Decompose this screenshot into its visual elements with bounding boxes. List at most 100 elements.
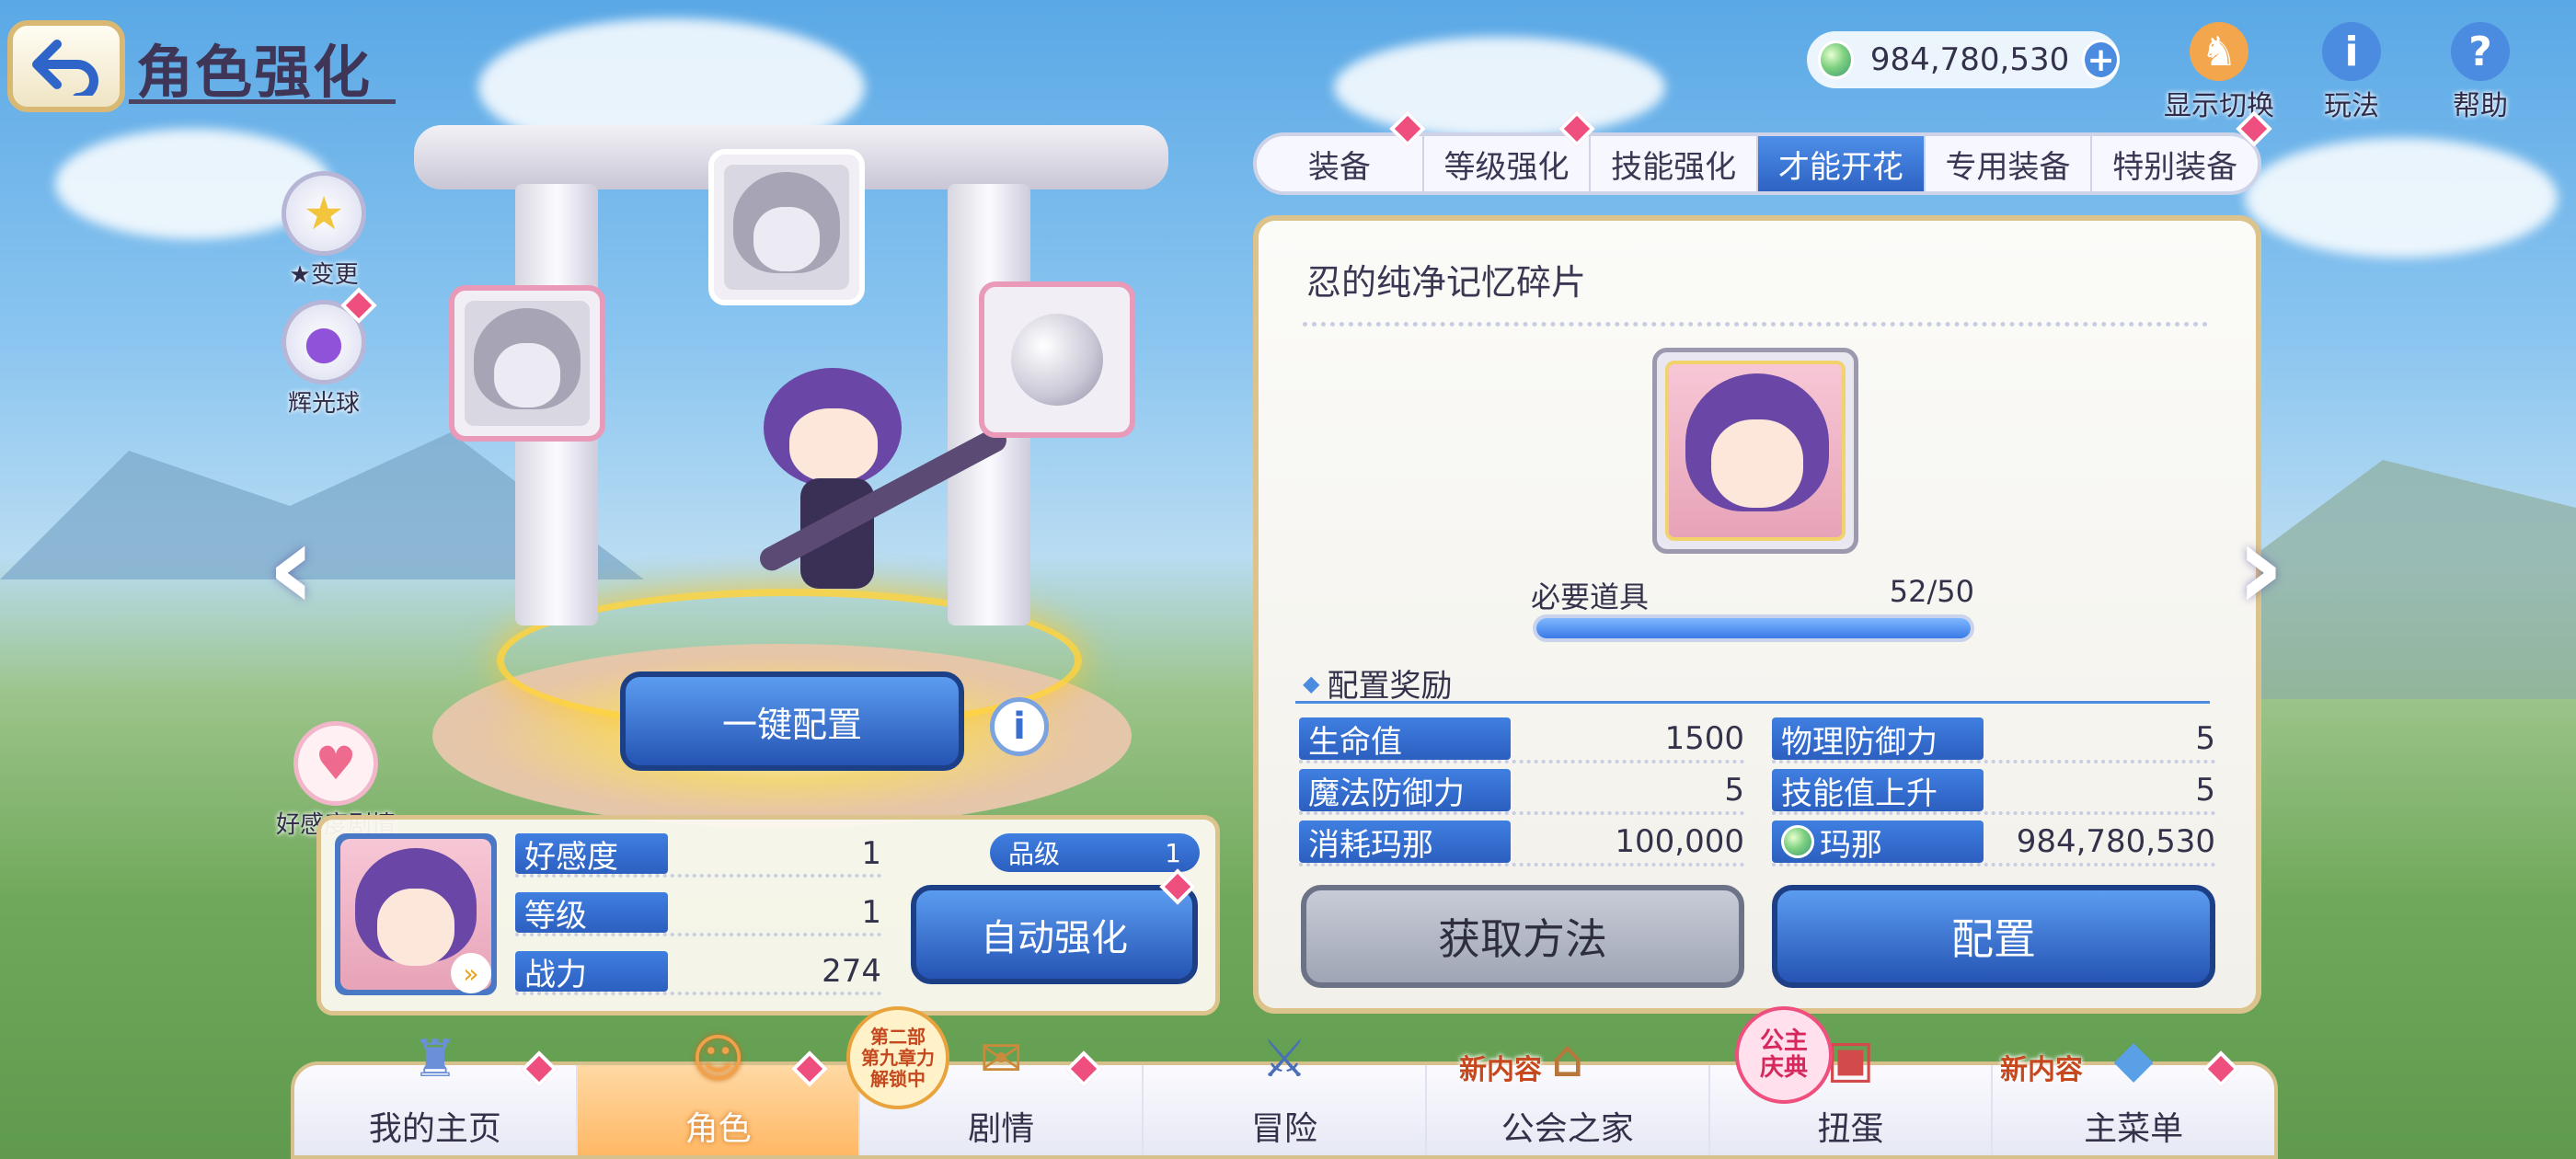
memory-slot-top[interactable] bbox=[708, 149, 865, 305]
glow-orb-label: 辉光球 bbox=[287, 390, 360, 418]
story-tag-line3: 解锁中 bbox=[870, 1067, 926, 1090]
display-toggle-button[interactable]: ♞ 显示切换 bbox=[2164, 22, 2274, 123]
nav-adventure[interactable]: ⚔ 冒险 bbox=[1144, 1029, 1427, 1155]
tab-special-equipment[interactable]: 特别装备 bbox=[2092, 136, 2258, 191]
nav-label: 冒险 bbox=[1251, 1110, 1318, 1148]
configure-button[interactable]: 配置 bbox=[1772, 885, 2215, 988]
stat-label: 魔法防御力 bbox=[1299, 769, 1511, 812]
mana-gem-icon bbox=[1818, 40, 1854, 79]
gameplay-label: 玩法 bbox=[2324, 90, 2379, 122]
power-row: 战力 274 bbox=[515, 951, 881, 995]
memory-slot-portrait bbox=[724, 165, 849, 290]
story-unlock-tag: 第二部 第九章力 解锁中 bbox=[846, 1006, 949, 1109]
stat-row-skill-up: 技能值上升 5 bbox=[1772, 769, 2215, 815]
nav-label: 主菜单 bbox=[2084, 1110, 2184, 1148]
stat-row-mana-cost: 消耗玛那 100,000 bbox=[1299, 820, 1744, 866]
reward-divider bbox=[1295, 701, 2210, 704]
help-button[interactable]: ? 帮助 bbox=[2451, 22, 2510, 123]
affection-value: 1 bbox=[861, 835, 881, 872]
info-icon[interactable]: i bbox=[990, 697, 1049, 756]
tab-talent-bloom[interactable]: 才能开花 bbox=[1758, 136, 1926, 191]
star-swap-icon: ★ bbox=[282, 171, 366, 256]
obtain-method-button[interactable]: 获取方法 bbox=[1301, 885, 1744, 988]
main-menu-new-content-tag: 新内容 bbox=[2000, 1054, 2083, 1086]
story-tag-line2: 第九章力 bbox=[861, 1046, 935, 1069]
reward-heading-text: 配置奖励 bbox=[1327, 668, 1453, 705]
star-change-button[interactable]: ★ ★变更 bbox=[282, 171, 366, 290]
mana-gem-icon bbox=[1781, 825, 1814, 858]
power-value: 274 bbox=[822, 953, 881, 990]
story-tag-line1: 第二部 bbox=[870, 1025, 926, 1048]
nav-label: 扭蛋 bbox=[1817, 1110, 1884, 1148]
prev-character-arrow[interactable]: ‹ bbox=[267, 497, 316, 637]
stat-label: 消耗玛那 bbox=[1299, 820, 1511, 864]
back-button[interactable] bbox=[7, 20, 125, 112]
required-item-progress bbox=[1533, 614, 1974, 642]
item-title: 忍的纯净记忆碎片 bbox=[1306, 262, 1587, 303]
page-title: 角色强化 bbox=[136, 39, 373, 106]
stat-row-mana: 玛那 984,780,530 bbox=[1772, 820, 2215, 866]
auto-enhance-button[interactable]: 自动强化 bbox=[911, 885, 1198, 984]
question-icon: ? bbox=[2451, 22, 2510, 81]
nav-label: 我的主页 bbox=[368, 1110, 501, 1148]
mountain bbox=[2254, 460, 2576, 699]
stat-value: 1500 bbox=[1664, 720, 1744, 757]
help-label: 帮助 bbox=[2453, 90, 2508, 122]
divider bbox=[1303, 322, 2208, 327]
gameplay-button[interactable]: i 玩法 bbox=[2322, 22, 2381, 123]
nav-label: 剧情 bbox=[968, 1110, 1035, 1148]
stat-label: 生命值 bbox=[1299, 717, 1511, 761]
cloud bbox=[1334, 37, 1665, 138]
cloud bbox=[2245, 138, 2558, 258]
stat-label: 玛那 bbox=[1772, 820, 1984, 864]
tab-skill-up[interactable]: 技能强化 bbox=[1591, 136, 1759, 191]
affection-label: 好感度 bbox=[515, 833, 668, 876]
memory-slot-left[interactable] bbox=[449, 285, 605, 442]
mana-display: 984,780,530 + bbox=[1807, 31, 2120, 88]
guild-new-content-tag: 新内容 bbox=[1459, 1054, 1542, 1086]
stat-value: 5 bbox=[2195, 720, 2215, 757]
sword-flag-icon: ⚔ bbox=[1260, 1028, 1308, 1089]
person-swap-icon: ♞ bbox=[2190, 22, 2248, 81]
tab-unique-equipment[interactable]: 专用装备 bbox=[1926, 136, 2093, 191]
power-label: 战力 bbox=[515, 951, 668, 993]
stat-label: 技能值上升 bbox=[1772, 769, 1984, 812]
stat-label-text: 玛那 bbox=[1820, 826, 1882, 864]
next-character-arrow[interactable]: › bbox=[2236, 497, 2285, 637]
memory-slot-right[interactable] bbox=[979, 281, 1135, 438]
back-arrow-icon bbox=[32, 40, 98, 96]
rank-label: 品级 bbox=[1008, 839, 1061, 869]
stat-row-phys-def: 物理防御力 5 bbox=[1772, 717, 2215, 763]
level-label: 等级 bbox=[515, 892, 668, 935]
mana-amount: 984,780,530 bbox=[1869, 41, 2070, 78]
princess-fes-line2: 庆典 bbox=[1759, 1054, 1808, 1082]
one-click-configure-button[interactable]: 一键配置 bbox=[620, 671, 964, 771]
tab-equipment[interactable]: 装备 bbox=[1257, 136, 1424, 191]
stat-row-magic-def: 魔法防御力 5 bbox=[1299, 769, 1744, 815]
level-value: 1 bbox=[861, 894, 881, 931]
nav-character[interactable]: ☺ 角色 bbox=[577, 1029, 861, 1155]
memory-piece-portrait bbox=[1665, 361, 1846, 541]
stat-value: 5 bbox=[2195, 772, 2215, 809]
add-mana-button[interactable]: + bbox=[2082, 40, 2120, 80]
required-item-label: 必要道具 bbox=[1531, 580, 1650, 614]
crystal-icon: ◆ bbox=[2113, 1028, 2154, 1089]
level-row: 等级 1 bbox=[515, 892, 881, 936]
scroll-icon: ✉ bbox=[979, 1028, 1023, 1089]
bottom-nav: ♜ 我的主页 ☺ 角色 ✉ 剧情 ⚔ 冒险 ⌂ 公会之家 ▣ 扭蛋 ◆ 主菜单 bbox=[291, 1029, 2278, 1159]
diamond-bullet-icon: ◆ bbox=[1303, 670, 1320, 696]
princess-fes-line1: 公主 bbox=[1759, 1027, 1808, 1056]
tab-level-up[interactable]: 等级强化 bbox=[1424, 136, 1592, 191]
memory-slot-portrait bbox=[465, 301, 590, 426]
crystal-orb-icon bbox=[1011, 314, 1103, 406]
nav-label: 公会之家 bbox=[1501, 1110, 1634, 1148]
princess-fes-tag: 公主 庆典 bbox=[1735, 1006, 1833, 1104]
required-item-count: 52/50 bbox=[1889, 574, 1974, 609]
reward-heading: ◆ 配置奖励 bbox=[1303, 660, 1452, 706]
rank-value: 1 bbox=[1165, 837, 1181, 868]
info-icon: i bbox=[2322, 22, 2381, 81]
stat-row-hp: 生命值 1500 bbox=[1299, 717, 1744, 763]
rank-badge: 品级 1 bbox=[990, 833, 1200, 872]
memory-piece-item[interactable] bbox=[1652, 348, 1858, 554]
title-underline bbox=[129, 99, 396, 104]
